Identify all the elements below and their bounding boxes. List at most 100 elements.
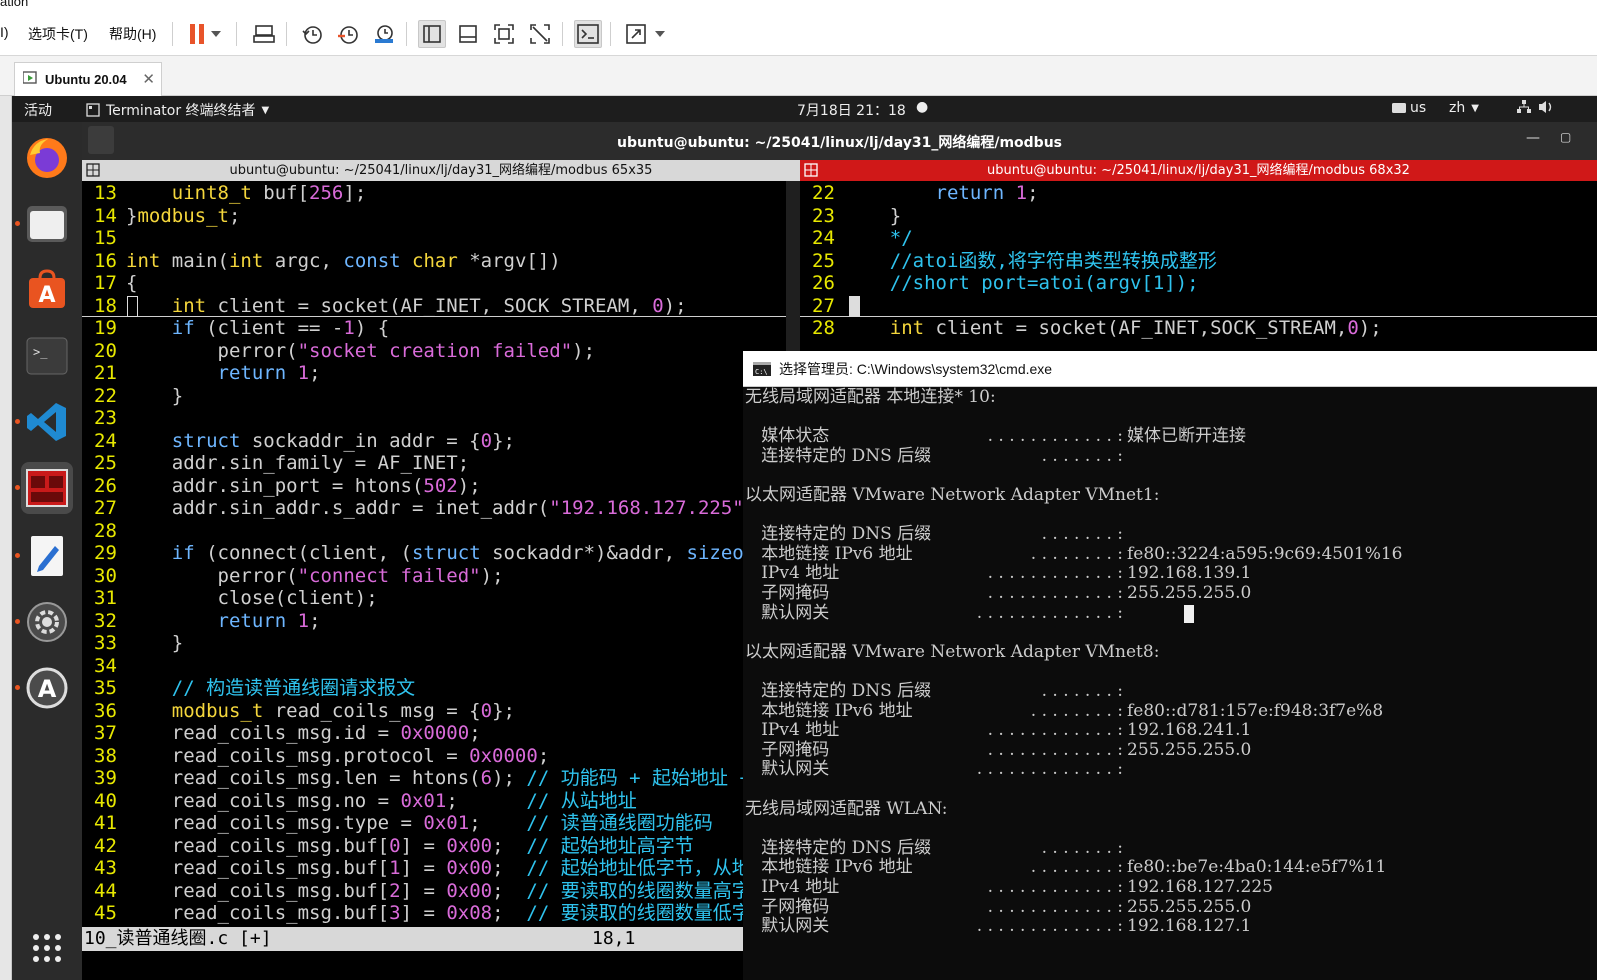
line-number: 40 xyxy=(94,789,117,812)
line-number: 31 xyxy=(94,587,117,609)
code-line[interactable]: 43 read_coils_msg.buf[1] = 0x00; // 起始地址… xyxy=(82,857,786,880)
line-number: 29 xyxy=(94,542,117,564)
pause-dropdown-chevron-icon[interactable] xyxy=(208,20,224,48)
dock-settings[interactable] xyxy=(15,596,73,648)
code-line[interactable]: 14}modbus_t; xyxy=(82,205,786,228)
code-line[interactable]: 25 addr.sin_family = AF_INET; xyxy=(82,452,786,475)
code-line[interactable]: 32 return 1; xyxy=(82,610,786,633)
line-number: 38 xyxy=(94,744,117,767)
cmd-line-dots: . . . . . . . . . . . . . : xyxy=(976,759,1123,780)
code-line[interactable]: 17 { xyxy=(82,272,786,295)
stretch-icon[interactable] xyxy=(622,20,650,48)
code-line[interactable]: 22 } xyxy=(82,385,786,408)
code-line[interactable]: 27 xyxy=(800,295,1597,317)
code-line[interactable]: 35 // 构造读普通线圈请求报文 xyxy=(82,677,786,700)
code-line[interactable]: 25 //atoi函数,将字符串类型转换成整形 xyxy=(800,250,1597,273)
show-applications-button[interactable] xyxy=(21,922,73,974)
volume-icon[interactable] xyxy=(1539,100,1555,118)
revert-snapshot-icon[interactable] xyxy=(334,20,362,48)
code-line[interactable]: 24 */ xyxy=(800,227,1597,250)
code-line[interactable]: 29 if (connect(client, (struct sockaddr*… xyxy=(82,542,786,565)
dock-firefox[interactable] xyxy=(21,132,73,184)
code-line[interactable]: 15 xyxy=(82,227,786,250)
menu-item-help[interactable]: 帮助(H) xyxy=(109,24,156,44)
code-line[interactable]: 13 uint8_t buf[256]; xyxy=(82,182,786,205)
dock-text-editor[interactable] xyxy=(15,530,73,582)
dock-software[interactable]: A xyxy=(21,264,73,316)
cmd-line-label: 媒体状态 xyxy=(745,426,830,447)
code-line[interactable]: 30 perror("connect failed"); xyxy=(82,565,786,588)
code-line[interactable]: 23 xyxy=(82,407,786,430)
code-line[interactable]: 20 perror("socket creation failed"); xyxy=(82,340,786,363)
menu-item-tabs[interactable]: 选项卡(T) xyxy=(28,24,88,44)
code-line[interactable]: 39 read_coils_msg.len = htons(6); // 功能码… xyxy=(82,767,786,790)
menu-item-vm[interactable]: I) xyxy=(0,24,9,40)
right-pane-titlebar[interactable]: ubuntu@ubuntu: ~/25041/linux/lj/day31_网络… xyxy=(800,160,1597,181)
code-text: read_coils_msg.len = htons(6); // 功能码 + … xyxy=(126,767,751,789)
minimize-icon[interactable]: — xyxy=(1526,130,1540,146)
software-updater-icon: A xyxy=(26,667,68,709)
code-line[interactable]: 22 return 1; xyxy=(800,182,1597,205)
code-line[interactable]: 38 read_coils_msg.protocol = 0x0000; xyxy=(82,745,786,768)
code-line[interactable]: 23 } xyxy=(800,205,1597,228)
code-line[interactable]: 37 read_coils_msg.id = 0x0000; xyxy=(82,722,786,745)
input-method[interactable]: zh ▼ xyxy=(1449,100,1479,116)
send-keys-icon[interactable] xyxy=(250,20,278,48)
network-icon[interactable] xyxy=(1517,100,1531,118)
cmd-line-dots: . . . . . . . . : xyxy=(1030,543,1123,564)
line-number: 21 xyxy=(94,362,117,384)
code-text: //atoi函数,将字符串类型转换成整形 xyxy=(889,249,1217,272)
cmd-console[interactable]: 无线局域网适配器 本地连接* 10: 媒体状态 . . . . . . . . … xyxy=(743,387,1597,980)
cmd-line-dots: . . . . . . . . . . . . . : xyxy=(976,916,1123,937)
code-line[interactable]: 31 close(client); xyxy=(82,587,786,610)
code-line[interactable]: 18 int client = socket(AF_INET, SOCK_STR… xyxy=(82,295,786,317)
code-line[interactable]: 41 read_coils_msg.type = 0x01; // 读普通线圈功… xyxy=(82,812,786,835)
code-line[interactable]: 26 //short port=atoi(argv[1]); xyxy=(800,272,1597,295)
app-menu[interactable]: Terminator 终端终结者 ▼ xyxy=(86,100,269,120)
cmd-line-dots: . . . . . . . . . . . . : xyxy=(982,720,1123,741)
code-line[interactable]: 40 read_coils_msg.no = 0x01; // 从站地址 xyxy=(82,790,786,813)
toolbar-separator xyxy=(562,22,563,46)
library-icon[interactable] xyxy=(418,20,446,48)
dock-software-updater[interactable]: A xyxy=(15,662,73,714)
dock-terminal[interactable]: >_ xyxy=(21,330,73,382)
code-line[interactable]: 21 return 1; xyxy=(82,362,786,385)
close-tab-icon[interactable]: ✕ xyxy=(142,70,155,88)
keyboard-layout[interactable]: us xyxy=(1392,100,1426,116)
snapshot-icon[interactable] xyxy=(298,20,326,48)
stretch-dropdown-chevron-icon[interactable] xyxy=(652,20,668,48)
code-line[interactable]: 42 read_coils_msg.buf[0] = 0x00; // 起始地址… xyxy=(82,835,786,858)
dock-vscode[interactable] xyxy=(15,396,73,448)
dock-files[interactable] xyxy=(15,198,73,250)
code-text: read_coils_msg.type = 0x01; // 读普通线圈功能码 xyxy=(126,812,713,834)
code-line[interactable]: 36 modbus_t read_coils_msg = {0}; xyxy=(82,700,786,723)
dock-terminator[interactable] xyxy=(15,462,73,514)
code-line[interactable]: 45 read_coils_msg.buf[3] = 0x08; // 要读取的… xyxy=(82,902,786,925)
code-line[interactable]: 34 xyxy=(82,655,786,678)
code-line[interactable]: 19 if (client == -1) { xyxy=(82,317,786,340)
left-pane-titlebar[interactable]: ubuntu@ubuntu: ~/25041/linux/lj/day31_网络… xyxy=(82,160,800,181)
code-line[interactable]: 33 } xyxy=(82,632,786,655)
fullscreen-icon[interactable] xyxy=(490,20,518,48)
code-line[interactable]: 28 xyxy=(82,520,786,543)
code-line[interactable]: 27 addr.sin_addr.s_addr = inet_addr("192… xyxy=(82,497,786,520)
left-terminal-pane[interactable]: 13 uint8_t buf[256]; 14}modbus_t; 15 16 int … xyxy=(82,181,786,927)
cmd-titlebar[interactable]: C:\ 选择管理员: C:\Windows\system32\cmd.exe xyxy=(743,351,1597,387)
terminal-icon[interactable] xyxy=(574,20,602,48)
activities-button[interactable]: 活动 xyxy=(24,100,52,120)
code-line[interactable]: 44 read_coils_msg.buf[2] = 0x00; // 要读取的… xyxy=(82,880,786,903)
code-line[interactable]: 26 addr.sin_port = htons(502); xyxy=(82,475,786,498)
maximize-icon[interactable]: ▢ xyxy=(1560,130,1571,144)
code-line[interactable]: 28 int client = socket(AF_INET,SOCK_STRE… xyxy=(800,317,1597,340)
snapshot-manager-icon[interactable] xyxy=(370,20,398,48)
code-line[interactable]: 16 int main(int argc, const char *argv[]) xyxy=(82,250,786,273)
code-text: read_coils_msg.buf[0] = 0x00; // 起始地址高字节 xyxy=(126,834,694,857)
cmd-output-line xyxy=(745,819,1597,839)
right-terminal-pane[interactable]: 22 return 1; 23 } 24 */25 //atoi函数,将字符串类型转… xyxy=(800,181,1597,351)
vm-tab-ubuntu[interactable]: Ubuntu 20.04 ✕ xyxy=(14,62,162,96)
unity-icon[interactable] xyxy=(526,20,554,48)
clock[interactable]: 7月18日 21：18 xyxy=(797,100,906,120)
cmd-line-label: 连接特定的 DNS 后缀 xyxy=(745,445,932,466)
code-line[interactable]: 24 struct sockaddr_in addr = {0}; xyxy=(82,430,786,453)
console-view-icon[interactable] xyxy=(454,20,482,48)
